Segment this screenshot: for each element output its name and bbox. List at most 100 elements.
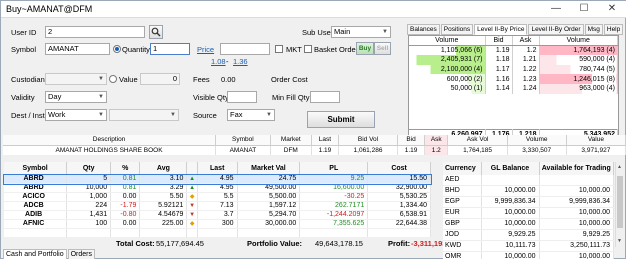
dest-instr-select[interactable]: Work ▼ bbox=[45, 109, 107, 121]
price-link[interactable]: Price bbox=[197, 45, 214, 55]
tab-cash-and-portfolio[interactable]: Cash and Portfolio bbox=[3, 249, 67, 259]
currency-row[interactable]: AED bbox=[443, 175, 614, 187]
empty-cell bbox=[66, 228, 112, 238]
source-select[interactable]: Fax ▼ bbox=[227, 109, 275, 121]
validity-select[interactable]: Day ▼ bbox=[45, 91, 107, 103]
portfolio-cell-pct: 0.81 bbox=[110, 175, 141, 185]
depth-bid-price: 1.16 bbox=[485, 74, 513, 84]
tab-orders[interactable]: Orders bbox=[67, 249, 95, 259]
scroll-down-icon[interactable]: ▼ bbox=[617, 238, 622, 244]
mkt-label: MKT bbox=[286, 45, 302, 54]
currency-row[interactable]: BHD 10,000.00 10,000.00 bbox=[443, 185, 614, 198]
scroll-up-icon[interactable]: ▲ bbox=[617, 164, 622, 170]
bottom-tabs: Cash and Portfolio Orders bbox=[3, 249, 96, 259]
price-low-link[interactable]: 1.08 bbox=[211, 57, 226, 67]
tab-help[interactable]: Help bbox=[603, 24, 624, 35]
sell-toggle[interactable]: Sell bbox=[374, 42, 391, 55]
currency-code: JOD bbox=[443, 229, 482, 242]
depth-row[interactable]: 50,000 (1) 1.14 1.24 963,000 (4) bbox=[409, 83, 618, 94]
tab-level2-by-price[interactable]: Level II-By Price bbox=[474, 24, 528, 35]
source-value: Fax bbox=[230, 110, 243, 119]
close-button[interactable]: ✕ bbox=[599, 2, 625, 16]
currency-row[interactable]: EUR 10,000.00 10,000.00 bbox=[443, 207, 614, 220]
currency-row[interactable]: KWD 10,111.73 3,250,111.73 bbox=[443, 240, 614, 253]
portfolio-empty-row bbox=[4, 228, 431, 238]
portfolio-cell-avg: 3.10 bbox=[139, 175, 188, 185]
chevron-down-icon: ▼ bbox=[266, 112, 272, 118]
quote-header: Ask Vol bbox=[447, 135, 508, 146]
min-fill-qty-input[interactable] bbox=[310, 91, 340, 103]
gl-balance: 10,111.73 bbox=[481, 240, 540, 253]
currency-row[interactable]: OMR 10,000.00 10,000.00 bbox=[443, 251, 614, 259]
tab-level2-by-order[interactable]: Level II-By Order bbox=[528, 24, 584, 35]
portfolio-header bbox=[186, 162, 198, 175]
portfolio-row[interactable]: ADCB 224 -1.79 5.92121 ▼ 7.13 1,597.12 262.7171… bbox=[4, 201, 431, 212]
price-input[interactable] bbox=[220, 43, 270, 55]
portfolio-cell-pl: 9.25 bbox=[299, 175, 369, 185]
depth-row[interactable]: 1,105,066 (6) 1.19 1.2 1,764,193 (4) bbox=[409, 45, 618, 56]
quantity-radio[interactable] bbox=[113, 45, 121, 53]
portfolio-cell-sym: ABRD bbox=[4, 183, 68, 194]
arrow-flat-icon: ◆ bbox=[189, 194, 195, 201]
search-button[interactable] bbox=[149, 25, 163, 39]
portfolio-table: Symbol Qty% Avg Last Market Val PL Cost ABRD 5 0… bbox=[3, 162, 432, 238]
chevron-down-icon: ▼ bbox=[98, 112, 104, 118]
depth-row[interactable]: 2,100,000 (4) 1.17 1.22 780,744 (5) bbox=[409, 64, 618, 75]
dest-instr-sub-select[interactable]: ▼ bbox=[109, 109, 179, 121]
basket-order-checkbox[interactable] bbox=[304, 45, 312, 53]
quote-table: Description Symbol Market Last Bid Vol Bid Ask… bbox=[3, 135, 626, 155]
maximize-button[interactable]: ☐ bbox=[571, 2, 597, 16]
title-bar: Buy~AMANAT@DFM — ☐ ✕ bbox=[1, 1, 626, 18]
currency-code: BHD bbox=[443, 185, 482, 198]
quote-cell: 1,764,185 bbox=[447, 145, 508, 155]
depth-row[interactable]: 600,000 (2) 1.16 1.23 1,246,015 (8) bbox=[409, 74, 618, 84]
quote-header: Ask bbox=[424, 135, 449, 146]
portfolio-cell-avg: 5.50 bbox=[139, 192, 188, 203]
depth-header-bid-volume: Volume bbox=[409, 36, 486, 47]
quote-cell: 1.2 bbox=[424, 145, 449, 155]
quote-header: Description bbox=[3, 135, 217, 146]
tab-balances[interactable]: Balances bbox=[407, 24, 440, 35]
price-high-link[interactable]: 1.36 bbox=[233, 57, 248, 67]
portfolio-row[interactable]: ABRD 10,000 0.81 3.29 ▲ 4.95 49,500.00 16,600.0… bbox=[4, 183, 431, 194]
portfolio-header: Qty bbox=[66, 162, 112, 175]
portfolio-cell-pct: -1.79 bbox=[110, 201, 141, 212]
portfolio-row[interactable]: ACICO 1,000 0.00 5.50 ◆ 5.5 5,500.00 -30.25 5,53… bbox=[4, 192, 431, 203]
portfolio-row[interactable]: ADIB 1,431 -0.80 4.54679 ▼ 3.7 5,294.70 -1,244.… bbox=[4, 210, 431, 221]
portfolio-cell-avg: 4.54679 bbox=[139, 210, 188, 221]
quantity-input[interactable]: 1 bbox=[150, 43, 190, 55]
portfolio-cell-cost: 6,538.91 bbox=[367, 210, 431, 221]
minimize-button[interactable]: — bbox=[543, 2, 569, 16]
scroll-thumb[interactable] bbox=[617, 176, 623, 228]
currency-row[interactable]: GBP 10,000.00 10,000.00 bbox=[443, 218, 614, 231]
empty-cell bbox=[110, 228, 141, 238]
value-input[interactable]: 0 bbox=[140, 73, 180, 85]
user-id-input[interactable]: 2 bbox=[45, 26, 145, 38]
symbol-input[interactable]: AMANAT bbox=[45, 43, 110, 55]
currency-row[interactable]: JOD 9,929.25 9,929.25 bbox=[443, 229, 614, 242]
submit-button[interactable]: Submit bbox=[307, 111, 375, 128]
value-radio[interactable] bbox=[109, 75, 117, 83]
buy-toggle[interactable]: Buy bbox=[356, 42, 374, 55]
currency-row[interactable]: EGP 9,999,836.34 9,999,836.34 bbox=[443, 196, 614, 209]
portfolio-value-label: Portfolio Value: bbox=[247, 239, 303, 248]
portfolio-row[interactable]: ABRD 5 0.81 3.10 ▲ 4.95 24.75 9.25 15.50 bbox=[3, 174, 432, 185]
portfolio-cell-qty: 1,431 bbox=[66, 210, 112, 221]
depth-row[interactable]: 2,405,931 (7) 1.18 1.21 590,000 (4) bbox=[409, 55, 618, 65]
arrow-up-icon: ▲ bbox=[189, 185, 196, 192]
portfolio-cell-pct: -0.80 bbox=[110, 210, 141, 221]
arrow-down-icon: ▼ bbox=[189, 203, 196, 210]
tab-msg[interactable]: Msg bbox=[584, 24, 603, 35]
sub-user-select[interactable]: Main ▼ bbox=[331, 26, 391, 38]
currency-scrollbar[interactable]: ▲ ▼ bbox=[615, 162, 624, 247]
portfolio-cell-dir: ◆ bbox=[186, 192, 198, 203]
custodian-select[interactable]: ▼ bbox=[45, 73, 107, 85]
mkt-checkbox[interactable] bbox=[275, 45, 283, 53]
empty-cell bbox=[139, 228, 188, 238]
depth-bid-price: 1.17 bbox=[485, 64, 513, 75]
portfolio-cell-pct: 0.00 bbox=[110, 219, 141, 230]
visible-qty-input[interactable] bbox=[227, 91, 257, 103]
available-for-trading: 10,000.00 bbox=[539, 251, 614, 259]
portfolio-row[interactable]: AFNIC 100 0.00 225.00 ◆ 300 30,000.00 7,355.625… bbox=[4, 219, 431, 230]
tab-positions[interactable]: Positions bbox=[440, 24, 474, 35]
